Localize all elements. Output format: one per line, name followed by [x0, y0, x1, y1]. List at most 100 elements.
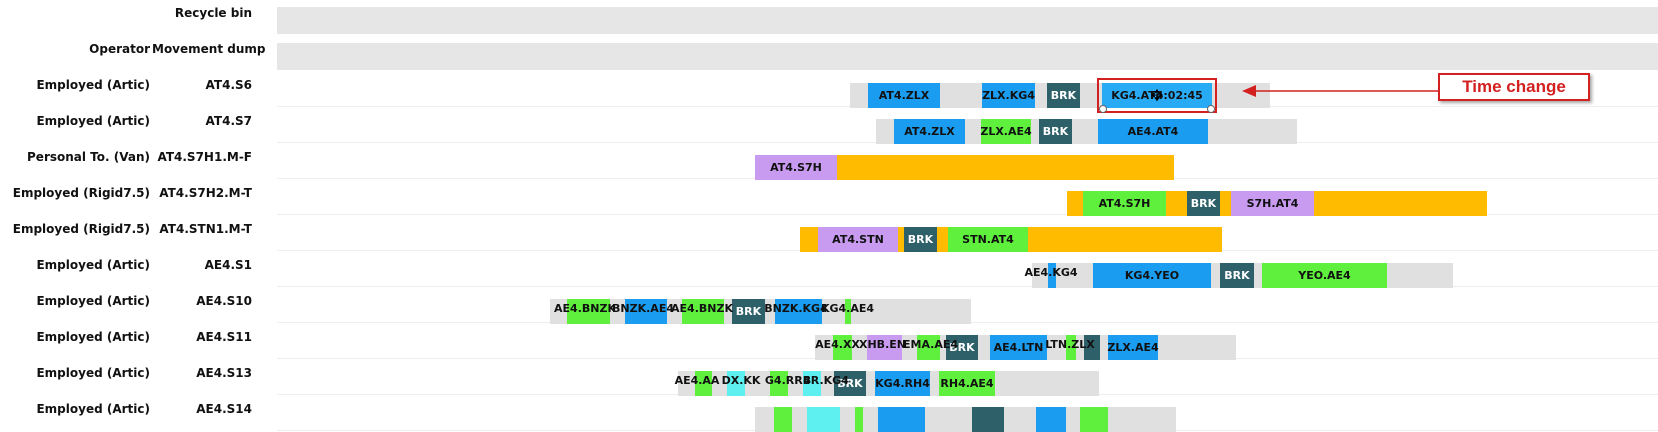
schedule-row[interactable]: Employed (Artic) AE4.S11 BRK AE4.LTN ZLX.AE4… [0, 324, 1658, 360]
trip-block[interactable]: AE4.AT4 [1098, 119, 1208, 144]
break-block[interactable]: BRK [1220, 263, 1254, 288]
schedule-row[interactable]: Employed (Artic) AT4.S7 AT4.ZLX ZLX.AE4 BRK A… [0, 108, 1658, 144]
timeline-track[interactable]: AT4.S7H [277, 151, 1658, 180]
schedule-row[interactable]: Employed (Artic) AE4.S13 BRK KG4.RH4 RH4.AE4… [0, 360, 1658, 396]
trip-block[interactable]: ZLX.AE4 [1107, 335, 1159, 360]
timeline-track[interactable]: AE4.KG4 KG4.YEO BRK YEO.AE4 [277, 259, 1658, 288]
timeline-track[interactable]: BRK AE4.BNZK BNZK.AE4 AE4.BNZK BNZK.KG4 KG4.A… [277, 295, 1658, 324]
trip-block[interactable]: AE4.KG4 [1022, 259, 1080, 286]
trip-block[interactable] [972, 407, 1004, 432]
trip-label: BRK [1190, 197, 1217, 210]
trip-block[interactable]: EMA.AE4 [903, 331, 958, 358]
vehicle-type-label: Employed (Rigid7.5) [12, 222, 150, 236]
trip-block[interactable]: DX.KK [718, 367, 764, 394]
trip-label: S7H.AT4 [1246, 197, 1299, 210]
trip-block[interactable] [837, 155, 1174, 180]
schedule-row[interactable]: Employed (Rigid7.5) AT4.S7H2.M-T AT4.S7H BR… [0, 180, 1658, 216]
trip-label: DX.KK [721, 374, 761, 387]
trip-block[interactable]: BNZK.AE4 [612, 295, 674, 322]
trip-label: AT4.S7H [770, 161, 822, 174]
trip-label: YEO.AE4 [1298, 269, 1351, 282]
trip-block[interactable]: AE4.BNZK [554, 295, 616, 322]
trip-block[interactable]: KG4.YEO [1093, 263, 1211, 288]
shift-name-label: AE4.S13 [196, 366, 252, 380]
vehicle-type-label: Employed (Artic) [36, 114, 150, 128]
schedule-row[interactable]: Operator Movement dump [0, 36, 1658, 70]
trip-label: AE4.AA [674, 374, 720, 387]
trip-block[interactable]: AE4.XX [815, 331, 860, 358]
trip-block[interactable]: YEO.AE4 [1262, 263, 1387, 288]
timeline-track[interactable]: AT4.S7H BRK S7H.AT4 [277, 187, 1658, 216]
timeline-track[interactable]: AT4.STN BRK STN.AT4 [277, 223, 1658, 252]
trip-block[interactable]: AT4.S7H [1083, 191, 1166, 216]
trip-block[interactable]: KG4.AE4 [820, 295, 875, 322]
trip-label: EMA.AE4 [902, 338, 959, 351]
break-block[interactable]: BRK [732, 299, 765, 324]
resize-handle-left[interactable] [1099, 105, 1107, 113]
timeline-track[interactable]: BRK KG4.RH4 RH4.AE4 AE4.AA DX.KK G4.RRB 4R.KG4 [277, 367, 1658, 396]
trip-block[interactable]: AT4.ZLX [868, 83, 940, 108]
trip-block[interactable]: AE4.BNZK [671, 295, 733, 322]
shift-name-label: AT4.STN1.M-T [159, 222, 252, 236]
trip-block[interactable] [774, 407, 792, 432]
trip-block[interactable]: AT4.S7H [755, 155, 837, 180]
trip-block[interactable]: AE4.AA [674, 367, 720, 394]
trip-block[interactable]: AT4.STN [818, 227, 898, 252]
trip-block[interactable] [855, 407, 863, 432]
trip-label: 4R.KG4 [803, 374, 849, 387]
shift-name-label: Movement dump [152, 42, 266, 56]
vehicle-type-label: Employed (Rigid7.5) [12, 186, 150, 200]
trip-block[interactable]: AE4.LTN [990, 335, 1047, 360]
trip-label: KG4.YEO [1124, 269, 1180, 282]
trip-label: KG4.AE4 [820, 302, 875, 315]
trip-block[interactable] [1036, 407, 1066, 432]
shift-name-label: AT4.S7H1.M-F [157, 150, 252, 164]
schedule-row[interactable]: Recycle bin [0, 0, 1658, 34]
trip-block[interactable]: XHB.EN [857, 331, 908, 358]
break-block[interactable]: BRK [904, 227, 937, 252]
break-block[interactable]: BRK [1187, 191, 1220, 216]
vehicle-type-label: Employed (Artic) [36, 258, 150, 272]
trip-block[interactable] [1080, 407, 1108, 432]
schedule-row[interactable]: Employed (Artic) AE4.S14 [0, 396, 1658, 432]
schedule-row[interactable]: Personal To. (Van) AT4.S7H1.M-F AT4.S7H [0, 144, 1658, 180]
schedule-row[interactable]: Employed (Artic) AE4.S10 BRK AE4.BNZK BNZK.A… [0, 288, 1658, 324]
timeline-track[interactable] [277, 7, 1658, 34]
timeline-track[interactable] [277, 43, 1658, 70]
timeline-track[interactable] [277, 403, 1658, 432]
shift-name-label: Recycle bin [174, 6, 252, 20]
trip-label: BRK [907, 233, 934, 246]
shift-name-label: AT4.S7 [205, 114, 252, 128]
schedule-row[interactable]: Employed (Rigid7.5) AT4.STN1.M-T AT4.STN BR… [0, 216, 1658, 252]
time-change-label: Time change [1462, 77, 1566, 96]
resize-handle-right[interactable] [1207, 105, 1215, 113]
trip-block[interactable] [878, 407, 925, 432]
trip-block[interactable]: S7H.AT4 [1231, 191, 1314, 216]
trip-label: ZLX.KG4 [982, 89, 1035, 102]
trip-block[interactable]: KG4.RH4 [875, 371, 930, 396]
trip-block[interactable]: ZLX.AE4 [980, 119, 1032, 144]
break-block[interactable]: BRK [1047, 83, 1080, 108]
schedule-row[interactable]: Employed (Artic) AT4.S6 AT4.ZLX ZLX.KG4 BRK K… [0, 72, 1658, 113]
time-change-callout: Time change [1438, 73, 1590, 101]
trip-block[interactable]: KG4.AT4:02:45 ✥ [1097, 78, 1217, 113]
trip-block[interactable]: LTN.ZLX [1042, 331, 1098, 358]
trip-block[interactable]: 4R.KG4 [800, 367, 852, 394]
trip-block[interactable]: STN.AT4 [948, 227, 1028, 252]
trip-label: BRK [1042, 125, 1069, 138]
timeline-track[interactable]: AT4.ZLX ZLX.AE4 BRK AE4.AT4 [277, 115, 1658, 144]
trip-block[interactable]: ZLX.KG4 [982, 83, 1035, 108]
trip-block[interactable]: BNZK.KG4 [764, 295, 827, 322]
trip-label: AE4.BNZK [554, 302, 616, 315]
shift-name-label: AE4.S1 [204, 258, 252, 272]
trip-label: AE4.BNZK [671, 302, 733, 315]
trip-label: BNZK.AE4 [612, 302, 674, 315]
vehicle-type-label: Employed (Artic) [36, 78, 150, 92]
trip-block[interactable] [807, 407, 840, 432]
timeline-track[interactable]: BRK AE4.LTN ZLX.AE4 AE4.XX XHB.EN EMA.AE4 LTN.… [277, 331, 1658, 360]
schedule-row[interactable]: Employed (Artic) AE4.S1 AE4.KG4 KG4.YEO BRK Y… [0, 252, 1658, 288]
break-block[interactable]: BRK [1039, 119, 1072, 144]
trip-block[interactable]: AT4.ZLX [894, 119, 965, 144]
vehicle-type-label: Personal To. (Van) [27, 150, 150, 164]
trip-block[interactable]: RH4.AE4 [939, 371, 995, 396]
